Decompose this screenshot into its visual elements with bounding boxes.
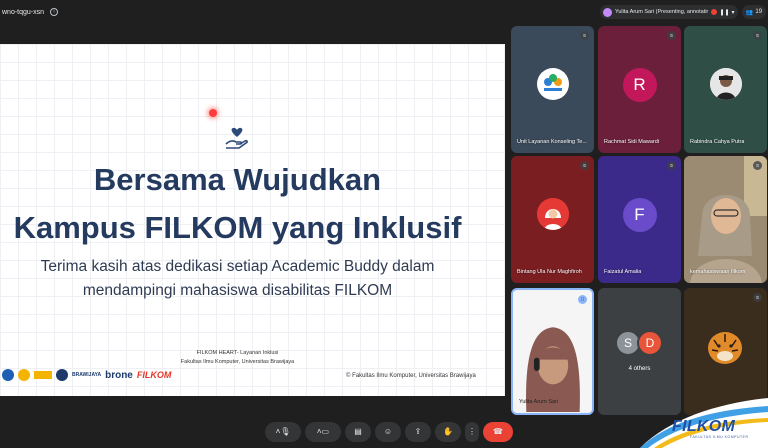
camera-toggle-button[interactable]: ˄ ▭ — [305, 422, 341, 442]
corner-brand-subtext: FAKULTAS ILMU KOMPUTER — [690, 435, 749, 439]
muted-mic-icon: ⦸ — [753, 293, 762, 302]
brone-logo: brone — [105, 369, 133, 381]
avatar: D — [637, 330, 663, 356]
kemdikbud-logo — [2, 369, 14, 381]
more-options-button[interactable]: ⋮ — [465, 422, 479, 442]
muted-mic-icon: ⦸ — [580, 31, 589, 40]
emoji-button[interactable]: ☺ — [375, 422, 401, 442]
present-button[interactable]: ⇪ — [405, 422, 431, 442]
record-icon — [711, 9, 718, 15]
muted-mic-icon: ⦸ — [580, 161, 589, 170]
corner-brand-text: FILKOM — [672, 418, 736, 435]
more-vertical-icon: ⋮ — [468, 427, 476, 436]
presenter-chip[interactable]: Yulita Arum Sari (Presenting, annotating… — [600, 5, 721, 19]
muted-mic-icon: ⦸ — [753, 161, 762, 170]
captions-icon: ▤ — [354, 427, 362, 436]
info-icon[interactable]: i — [50, 8, 59, 16]
unit-layanan-logo-avatar — [536, 67, 569, 100]
tiger-avatar-image — [684, 288, 767, 415]
captions-button[interactable]: ▤ — [345, 422, 371, 442]
recording-controls[interactable]: ❚❚ ▾ — [708, 5, 738, 19]
pause-icon: ❚❚ — [719, 9, 730, 16]
participant-tile[interactable]: ⦸ — [684, 288, 767, 415]
others-avatars: S D — [615, 330, 665, 360]
slide-copyright: © Fakultas Ilmu Komputer, Universitas Br… — [346, 373, 476, 379]
avatar — [709, 67, 742, 100]
hand-icon: ✋ — [443, 427, 453, 436]
mic-toggle-button[interactable]: ˄ 🎙 — [265, 422, 301, 442]
camera-feed — [513, 291, 592, 412]
slide-subtitle-line2: mendampingi mahasiswa disabilitas FILKOM — [82, 282, 393, 299]
present-icon: ⇪ — [414, 427, 422, 436]
avatar: R — [622, 67, 657, 102]
participant-tile[interactable]: R ⦸ Rachmat Sidi Mawardi — [598, 26, 681, 153]
meeting-code: wno-tqgu-xsn — [2, 8, 45, 16]
hang-up-icon: ☎ — [493, 427, 503, 436]
merdeka-logo — [18, 369, 30, 381]
top-bar: wno-tqgu-xsn i Yulita Arum Sari (Present… — [0, 0, 768, 24]
participant-tile-speaking[interactable]: ⁞⁞ Yulita Arum Sari — [511, 288, 594, 415]
slide-credit-line2: Fakultas Ilmu Komputer, Universitas Braw… — [180, 359, 295, 365]
muted-mic-icon: ⦸ — [667, 161, 676, 170]
camera-feed — [684, 156, 767, 283]
raise-hand-button[interactable]: ✋ — [435, 422, 461, 442]
chevron-down-icon: ▾ — [731, 9, 735, 16]
laser-pointer-dot — [209, 109, 217, 117]
meet-window: wno-tqgu-xsn i Yulita Arum Sari (Present… — [0, 0, 768, 448]
participant-tile[interactable]: ⦸ Unit Layanan Konseling Te... — [511, 26, 594, 153]
participant-tile[interactable]: F ⦸ Faizatul Amalia — [598, 156, 681, 283]
muted-mic-icon: ⦸ — [753, 31, 762, 40]
presenter-avatar — [603, 7, 612, 17]
people-button[interactable]: 👥 19 — [742, 5, 766, 19]
heart-hand-icon — [225, 127, 248, 149]
participant-name: Bintang Ula Nur Maghfiroh — [517, 269, 582, 275]
slide-title-line1: Bersama Wujudkan — [93, 162, 382, 197]
participant-name: Faizatul Amalia — [604, 269, 642, 275]
participant-name: Yulita Arum Sari — [519, 399, 559, 405]
call-controls: ˄ 🎙 ˄ ▭ ▤ ☺ ⇪ ✋ ⋮ ☎ — [265, 421, 513, 443]
muted-mic-icon: ⦸ — [667, 31, 676, 40]
mic-icon: 🎙 — [280, 427, 291, 436]
kampus-merdeka-logo — [34, 371, 52, 379]
emoji-icon: ☺ — [383, 427, 393, 436]
camera-icon: ▭ — [321, 427, 330, 436]
participant-name: kemahasiswaan filkom — [690, 269, 746, 275]
presenter-status: Yulita Arum Sari (Presenting, annotating… — [615, 9, 715, 15]
participant-tile[interactable]: ⦸ Bintang Ula Nur Maghfiroh — [511, 156, 594, 283]
avatar: F — [622, 197, 657, 232]
participant-name: Rabindra Cahya Putra — [690, 139, 745, 145]
others-label: 4 others — [628, 366, 651, 372]
slide-title-line2: Kampus FILKOM yang Inklusif — [13, 210, 462, 245]
participant-name: Unit Layanan Konseling Te... — [517, 139, 587, 145]
speaking-indicator-icon: ⁞⁞ — [578, 295, 587, 304]
leave-call-button[interactable]: ☎ — [483, 422, 513, 442]
people-icon: 👥 — [745, 9, 754, 16]
participants-count: 19 — [755, 9, 763, 15]
others-tile[interactable]: S D 4 others — [598, 288, 681, 415]
participant-name: Rachmat Sidi Mawardi — [604, 139, 660, 145]
avatar — [536, 197, 569, 230]
presentation-slide: Bersama Wujudkan Kampus FILKOM yang Inkl… — [0, 44, 505, 396]
slide-subtitle-line1: Terima kasih atas dedikasi setiap Academ… — [40, 258, 435, 275]
participant-tile[interactable]: ⦸ Rabindra Cahya Putra — [684, 26, 767, 153]
slide-credit-line1: FILKOM HEART- Layanan Inklusi — [196, 350, 279, 356]
filkom-logo: FILKOM — [136, 370, 172, 380]
participant-tile[interactable]: ⦸ kemahasiswaan filkom — [684, 156, 767, 283]
ub-logo-text: BRAWIJAYA — [72, 372, 102, 378]
sponsor-logos: BRAWIJAYA brone FILKOM — [2, 369, 171, 381]
ub-seal-logo — [56, 369, 68, 381]
